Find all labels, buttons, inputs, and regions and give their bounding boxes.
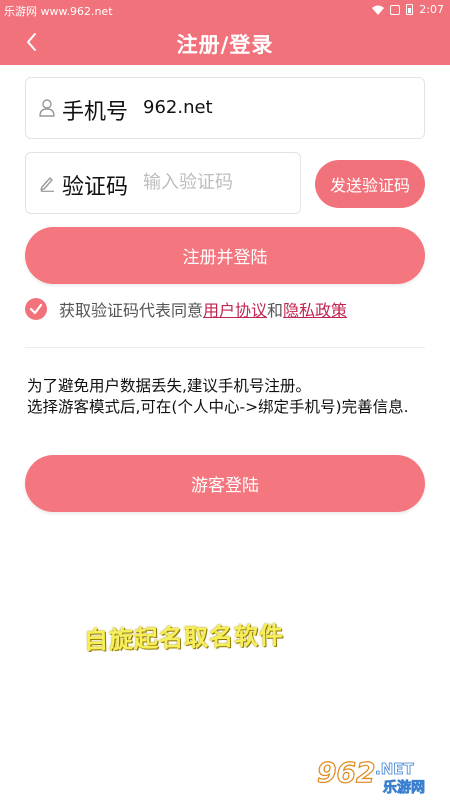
overlay-caption: 自旋起名取名软件 [83,621,285,655]
agreement-checkbox[interactable] [25,298,47,320]
code-field: 验证码 [25,152,301,214]
battery-icon [406,4,414,15]
notice-line-2: 选择游客模式后,可在(个人中心->绑定手机号)完善信息. [27,398,409,416]
status-carrier-text: 乐游网 www.962.net [4,5,113,18]
status-bar: 乐游网 www.962.net 2:07 [0,0,450,20]
logo-suffix: .NET [375,760,414,778]
wifi-icon [372,5,385,15]
status-time: 2:07 [419,3,444,16]
divider [25,347,425,348]
agreement-prefix: 获取验证码代表同意 [59,301,204,320]
notice-line-1: 为了避免用户数据丢失,建议手机号注册。 [27,377,311,395]
phone-field: 手机号 [25,77,425,139]
status-icons: 2:07 [372,3,444,16]
check-icon [29,303,43,315]
send-code-button[interactable]: 发送验证码 [315,160,425,208]
signal-icon [390,4,401,15]
user-agreement-link[interactable]: 用户协议 [203,297,267,321]
page-title: 注册/登录 [176,33,274,57]
logo-name: 乐游网 [383,779,425,796]
privacy-policy-link[interactable]: 隐私政策 [283,297,347,321]
guest-login-button[interactable]: 游客登陆 [25,455,425,512]
site-logo: 962 .NET 乐游网 [316,755,425,796]
guest-notice: 为了避免用户数据丢失,建议手机号注册。 选择游客模式后,可在(个人中心->绑定手… [27,376,427,418]
code-input[interactable] [143,172,283,193]
user-icon [39,99,55,117]
agreement-row: 获取验证码代表同意 用户协议 和 隐私政策 [25,296,347,322]
register-login-button[interactable]: 注册并登陆 [25,227,425,284]
pencil-icon [40,177,54,192]
logo-number: 962 [317,756,375,789]
phone-input[interactable] [143,97,403,118]
phone-label: 手机号 [62,100,129,125]
agreement-conjunction: 和 [267,301,284,320]
title-bar: 注册/登录 [0,20,450,65]
code-label: 验证码 [62,175,129,200]
